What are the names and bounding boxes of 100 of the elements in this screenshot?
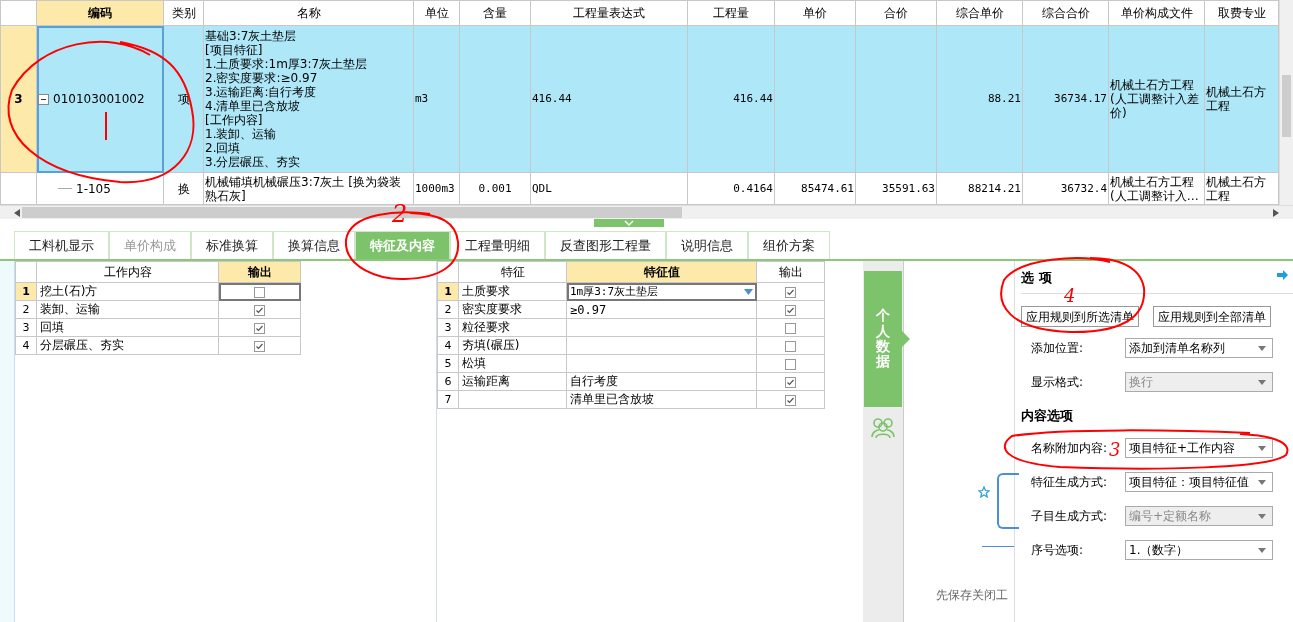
field-label: 显示格式:	[1031, 374, 1084, 389]
tab[interactable]: 换算信息	[273, 231, 355, 259]
column-header[interactable]: 工程量表达式	[530, 0, 688, 26]
table-cell: 自行考度	[566, 372, 757, 391]
table-cell: 机械土石方工程(人工调整计入…	[1108, 172, 1205, 205]
dropdown-arrow-icon[interactable]	[1258, 479, 1266, 485]
column-header[interactable]: 单价构成文件	[1108, 0, 1205, 26]
table-cell: 装卸、运输	[36, 300, 219, 319]
panel-frame	[997, 473, 1019, 529]
collapse-icon[interactable]	[38, 94, 49, 106]
tab[interactable]: 工料机显示	[14, 231, 109, 259]
dropdown-arrow-icon[interactable]	[1258, 345, 1266, 351]
column-header[interactable]: 含量	[459, 0, 531, 26]
checkbox[interactable]	[785, 322, 796, 334]
checkbox[interactable]	[785, 376, 796, 388]
table-cell: 416.44	[530, 25, 688, 173]
section-title: 选 项	[1021, 269, 1052, 287]
column-header[interactable]: 综合单价	[936, 0, 1023, 26]
tab[interactable]: 反查图形工程量	[545, 231, 666, 259]
checkbox[interactable]	[254, 322, 265, 334]
table-cell: 基础3:7灰土垫层 [项目特征] 1.土质要求:1m厚3:7灰土垫层 2.密实度要求:≥0.97 3.运输距离:自行考度 4.清单里已含放坡 [工作内容] 1.装卸、运输 2.回填 3.分层碾压、夯实	[203, 25, 414, 173]
scroll-right-icon[interactable]	[1273, 208, 1279, 217]
table-cell: 85474.61	[774, 172, 856, 205]
arrow-right-icon[interactable]	[1277, 269, 1289, 281]
dropdown-arrow-icon[interactable]	[744, 288, 753, 295]
tab[interactable]: 工程量明细	[450, 231, 545, 259]
dropdown[interactable]: 1.（数字）	[1125, 540, 1273, 560]
checkbox[interactable]	[785, 286, 796, 298]
annotation-number: 4	[1064, 287, 1076, 305]
table-cell: 回填	[36, 318, 219, 337]
checkbox[interactable]	[785, 358, 796, 370]
field-label: 特征生成方式:	[1031, 474, 1108, 489]
column-header[interactable]: 工作内容	[36, 261, 219, 283]
tab[interactable]: 标准换算	[191, 231, 273, 259]
column-header[interactable]: 输出	[218, 261, 301, 283]
table-cell: 1000m3	[413, 172, 460, 205]
column-header[interactable]: 单价	[774, 0, 856, 26]
dropdown-arrow-icon[interactable]	[1258, 547, 1266, 553]
dropdown[interactable]: 项目特征+工作内容	[1125, 438, 1273, 458]
column-header[interactable]: 输出	[756, 261, 825, 283]
splitter-handle[interactable]	[594, 219, 664, 227]
column-header[interactable]: 特征值	[566, 261, 757, 283]
column-header[interactable]: 取费专业	[1204, 0, 1279, 26]
table-cell: 416.44	[687, 25, 775, 173]
field-label: 子目生成方式:	[1031, 508, 1108, 523]
section-title: 内容选项	[1021, 407, 1074, 425]
table-cell: 分层碾压、夯实	[36, 336, 219, 355]
table-cell: 88214.21	[936, 172, 1023, 205]
table-cell: QDL	[530, 172, 688, 205]
checkbox[interactable]	[254, 340, 265, 352]
tab[interactable]: 组价方案	[748, 231, 830, 259]
tab[interactable]: 说明信息	[666, 231, 748, 259]
table-cell: 88.21	[936, 25, 1023, 173]
apply-button[interactable]: 应用规则到全部清单	[1153, 306, 1271, 327]
table-cell: 35591.63	[855, 172, 937, 205]
checkbox[interactable]	[785, 304, 796, 316]
checkbox[interactable]	[785, 340, 796, 352]
table-cell: 0.4164	[687, 172, 775, 205]
table-cell: 运输距离	[458, 372, 567, 391]
table-cell: 挖土(石)方	[36, 282, 219, 301]
table-cell: 0.001	[459, 172, 531, 205]
column-header[interactable]: 名称	[203, 0, 414, 26]
code-text: 010103001002	[53, 92, 145, 107]
star-icon[interactable]	[978, 486, 990, 498]
checkbox[interactable]	[254, 286, 265, 298]
dropdown-arrow-icon[interactable]	[1258, 445, 1266, 451]
column-header[interactable]: 综合合价	[1022, 0, 1109, 26]
pointer-icon	[902, 331, 910, 347]
row-number: 3	[0, 25, 37, 173]
table-cell: 机械土石方工程	[1204, 172, 1279, 205]
dropdown[interactable]: 添加到清单名称列	[1125, 338, 1273, 358]
table-cell: 机械铺填机械碾压3:7灰土 [换为袋装熟石灰]	[203, 172, 414, 205]
column-header[interactable]: 单位	[413, 0, 460, 26]
field-label: 添加位置:	[1031, 340, 1084, 355]
column-header[interactable]: 合价	[855, 0, 937, 26]
column-header[interactable]: 类别	[163, 0, 204, 26]
annotation-number: 3	[1109, 441, 1121, 459]
table-cell: 松填	[458, 354, 567, 373]
value-dropdown[interactable]: 1m厚3:7灰土垫层	[566, 282, 757, 301]
dropdown[interactable]: 项目特征：项目特征值	[1125, 472, 1273, 492]
annotation-stroke	[105, 111, 107, 141]
table-cell: 机械土石方工程(人工调整计入差价)	[1108, 25, 1205, 173]
column-header[interactable]: 工程量	[687, 0, 775, 26]
table-cell: 换	[163, 172, 204, 205]
hint-text: 先保存关闭工	[936, 587, 1008, 604]
column-header[interactable]: 特征	[458, 261, 567, 283]
table-cell: 夯填(碾压)	[458, 336, 567, 355]
field-label: 序号选项:	[1031, 542, 1084, 557]
checkbox[interactable]	[785, 394, 796, 406]
table-cell: 36734.17	[1022, 25, 1109, 173]
table-cell: 土质要求	[458, 282, 567, 301]
table-cell: 粒径要求	[458, 318, 567, 337]
field-label: 名称附加内容:	[1031, 440, 1108, 455]
vertical-scrollbar[interactable]	[1279, 0, 1293, 205]
scroll-left-icon[interactable]	[14, 208, 20, 217]
table-cell: 密实度要求	[458, 300, 567, 319]
table-cell: 清单里已含放坡	[566, 390, 757, 409]
checkbox[interactable]	[254, 304, 265, 316]
column-header[interactable]: 编码	[36, 0, 164, 26]
table-cell: m3	[413, 25, 460, 173]
